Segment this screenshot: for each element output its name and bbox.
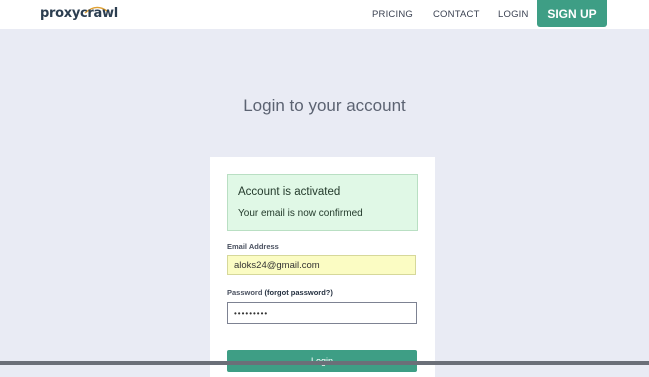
logo-text: proxycrawl (40, 6, 118, 21)
email-value: aloks24@gmail.com (234, 259, 320, 271)
top-navigation-bar: proxycrawl PRICING CONTACT LOGIN SIGN UP (0, 0, 649, 29)
taskbar-strip (0, 361, 649, 365)
page-title: Login to your account (243, 96, 406, 115)
nav-contact-link[interactable]: CONTACT (433, 9, 480, 20)
success-alert: Account is activated Your email is now c… (227, 174, 418, 231)
email-field[interactable]: aloks24@gmail.com (227, 255, 416, 275)
alert-title: Account is activated (238, 186, 341, 198)
password-field[interactable]: ••••••••• (227, 302, 417, 324)
alert-message: Your email is now confirmed (238, 208, 363, 219)
password-label-row: Password (forgot password?) (227, 288, 333, 297)
nav-login-link[interactable]: LOGIN (498, 9, 529, 20)
forgot-password-link[interactable]: (forgot password?) (265, 288, 333, 297)
password-mask: ••••••••• (234, 308, 269, 318)
email-label: Email Address (227, 242, 279, 251)
nav-pricing-link[interactable]: PRICING (372, 9, 413, 20)
login-card: Account is activated Your email is now c… (210, 157, 435, 377)
password-label: Password (227, 288, 263, 297)
proxycrawl-logo[interactable]: proxycrawl (38, 5, 118, 27)
signup-button[interactable]: SIGN UP (537, 0, 607, 27)
